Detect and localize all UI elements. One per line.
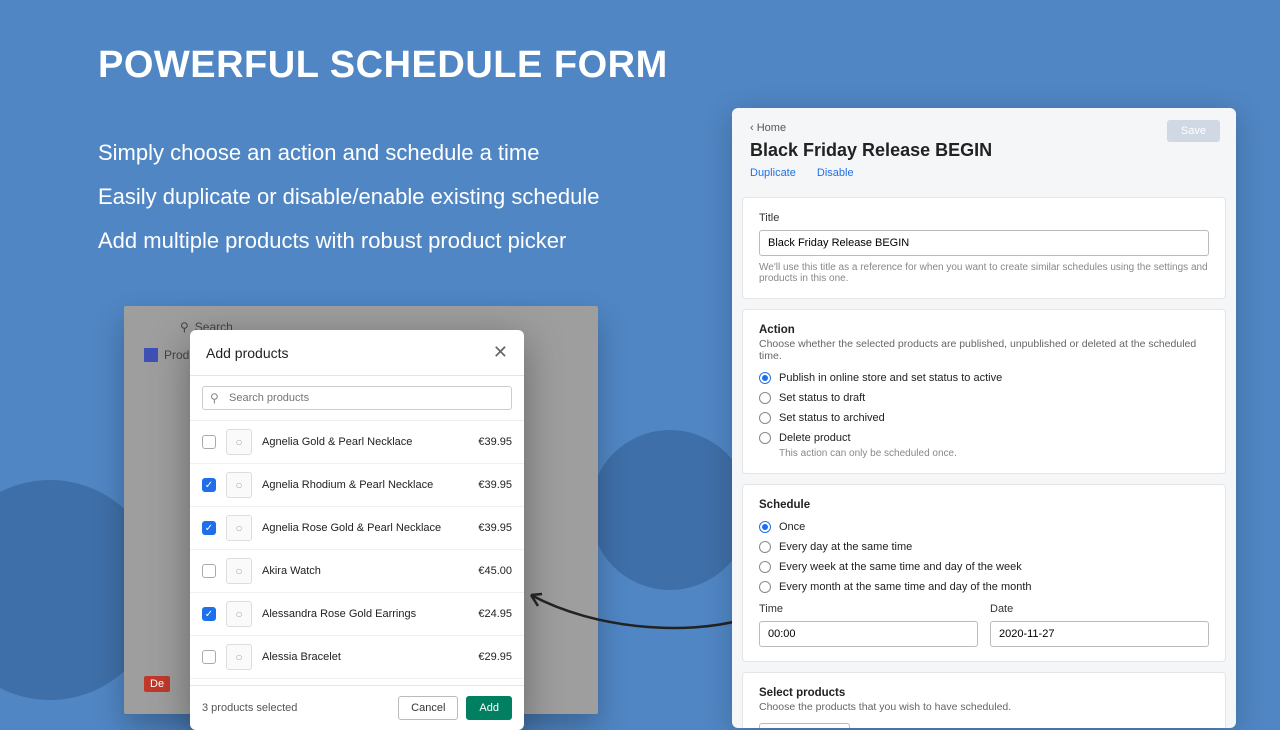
search-icon: ⚲ (180, 320, 189, 334)
option-label: Set status to draft (779, 392, 865, 404)
product-name: Akira Watch (262, 565, 478, 577)
picker-search-input[interactable] (202, 386, 512, 410)
time-label: Time (759, 603, 978, 615)
action-option[interactable]: Publish in online store and set status t… (759, 372, 1209, 384)
schedule-form: ‹ Home Save Black Friday Release BEGIN D… (732, 108, 1236, 728)
schedule-option[interactable]: Every day at the same time (759, 541, 1209, 553)
product-thumb: ○ (226, 644, 252, 670)
schedule-title: Schedule (759, 499, 1209, 511)
title-card: Title We'll use this title as a referenc… (742, 197, 1226, 299)
schedule-option[interactable]: Every month at the same time and day of … (759, 581, 1209, 593)
radio[interactable] (759, 581, 771, 593)
products-title: Select products (759, 687, 1209, 699)
add-button[interactable]: Add (466, 696, 512, 720)
product-picker-modal: Add products ✕ ⚲ ○ Agnelia Gold & Pearl … (190, 330, 524, 730)
product-thumb: ○ (226, 601, 252, 627)
checkbox[interactable]: ✓ (202, 607, 216, 621)
bg-decoration (590, 430, 750, 590)
option-label: Once (779, 521, 805, 533)
product-price: €29.95 (478, 651, 512, 663)
title-label: Title (759, 212, 1209, 224)
action-card: Action Choose whether the selected produ… (742, 309, 1226, 474)
product-price: €45.00 (478, 565, 512, 577)
radio[interactable] (759, 521, 771, 533)
page-title: Black Friday Release BEGIN (750, 140, 1218, 161)
products-subtitle: Choose the products that you wish to hav… (759, 701, 1209, 713)
product-name: Agnelia Gold & Pearl Necklace (262, 436, 478, 448)
radio[interactable] (759, 561, 771, 573)
date-label: Date (990, 603, 1209, 615)
save-button[interactable]: Save (1167, 120, 1220, 142)
option-label: Set status to archived (779, 412, 885, 424)
action-option[interactable]: Set status to archived (759, 412, 1209, 424)
option-label: Every week at the same time and day of t… (779, 561, 1022, 573)
schedule-option[interactable]: Every week at the same time and day of t… (759, 561, 1209, 573)
product-price: €39.95 (478, 479, 512, 491)
radio[interactable] (759, 541, 771, 553)
cancel-button[interactable]: Cancel (398, 696, 458, 720)
backdrop-delete-button: De (144, 676, 170, 692)
product-name: Alessandra Rose Gold Earrings (262, 608, 478, 620)
add-products-button[interactable]: Add products (759, 723, 850, 728)
disable-link[interactable]: Disable (817, 167, 854, 179)
product-thumb: ○ (226, 558, 252, 584)
action-title: Action (759, 324, 1209, 336)
checkbox[interactable] (202, 564, 216, 578)
picker-title: Add products (206, 345, 289, 361)
hero-bullet: Easily duplicate or disable/enable exist… (98, 184, 599, 210)
product-thumb: ○ (226, 472, 252, 498)
product-name: Agnelia Rose Gold & Pearl Necklace (262, 522, 478, 534)
hero-title: POWERFUL SCHEDULE FORM (98, 44, 668, 87)
app-icon (144, 348, 158, 362)
schedule-card: Schedule Once Every day at the same time E… (742, 484, 1226, 662)
product-price: €24.95 (478, 608, 512, 620)
action-option[interactable]: Set status to draft (759, 392, 1209, 404)
option-label: Every day at the same time (779, 541, 912, 553)
hero-bullet: Simply choose an action and schedule a t… (98, 140, 599, 166)
product-name: Agnelia Rhodium & Pearl Necklace (262, 479, 478, 491)
close-icon[interactable]: ✕ (493, 342, 508, 363)
action-subtitle: Choose whether the selected products are… (759, 338, 1209, 362)
picker-item[interactable]: ✓ ○ Agnelia Rose Gold & Pearl Necklace €… (190, 507, 524, 550)
time-input[interactable] (759, 621, 978, 647)
date-input[interactable] (990, 621, 1209, 647)
option-label: Every month at the same time and day of … (779, 581, 1032, 593)
option-label: Delete product (779, 432, 851, 444)
product-name: Alessia Bracelet (262, 651, 478, 663)
schedule-option[interactable]: Once (759, 521, 1209, 533)
picker-item[interactable]: ✓ ○ Agnelia Rhodium & Pearl Necklace €39… (190, 464, 524, 507)
radio[interactable] (759, 372, 771, 384)
picker-item[interactable]: ○ Agnelia Gold & Pearl Necklace €39.95 (190, 421, 524, 464)
hero-bullet: Add multiple products with robust produc… (98, 228, 599, 254)
option-label: Publish in online store and set status t… (779, 372, 1002, 384)
picker-item[interactable]: ○ Akira Watch €45.00 (190, 550, 524, 593)
duplicate-link[interactable]: Duplicate (750, 167, 796, 179)
delete-hint: This action can only be scheduled once. (779, 448, 1209, 459)
back-label: Home (757, 122, 786, 134)
search-icon: ⚲ (210, 391, 219, 405)
product-price: €39.95 (478, 522, 512, 534)
picker-item[interactable]: ✓ ○ Alessandra Rose Gold Earrings €24.95 (190, 593, 524, 636)
radio[interactable] (759, 412, 771, 424)
picker-item[interactable]: ○ Alessia Bracelet €29.95 (190, 636, 524, 679)
checkbox[interactable]: ✓ (202, 478, 216, 492)
picker-selected-count: 3 products selected (202, 702, 297, 714)
checkbox[interactable] (202, 650, 216, 664)
checkbox[interactable]: ✓ (202, 521, 216, 535)
action-option[interactable]: Delete product (759, 432, 1209, 444)
radio[interactable] (759, 432, 771, 444)
back-link[interactable]: ‹ Home (750, 122, 786, 134)
radio[interactable] (759, 392, 771, 404)
title-input[interactable] (759, 230, 1209, 256)
product-thumb: ○ (226, 429, 252, 455)
product-price: €39.95 (478, 436, 512, 448)
hero-bullets: Simply choose an action and schedule a t… (98, 140, 599, 272)
picker-list: ○ Agnelia Gold & Pearl Necklace €39.95 ✓… (190, 421, 524, 685)
product-thumb: ○ (226, 515, 252, 541)
checkbox[interactable] (202, 435, 216, 449)
title-hint: We'll use this title as a reference for … (759, 262, 1209, 284)
